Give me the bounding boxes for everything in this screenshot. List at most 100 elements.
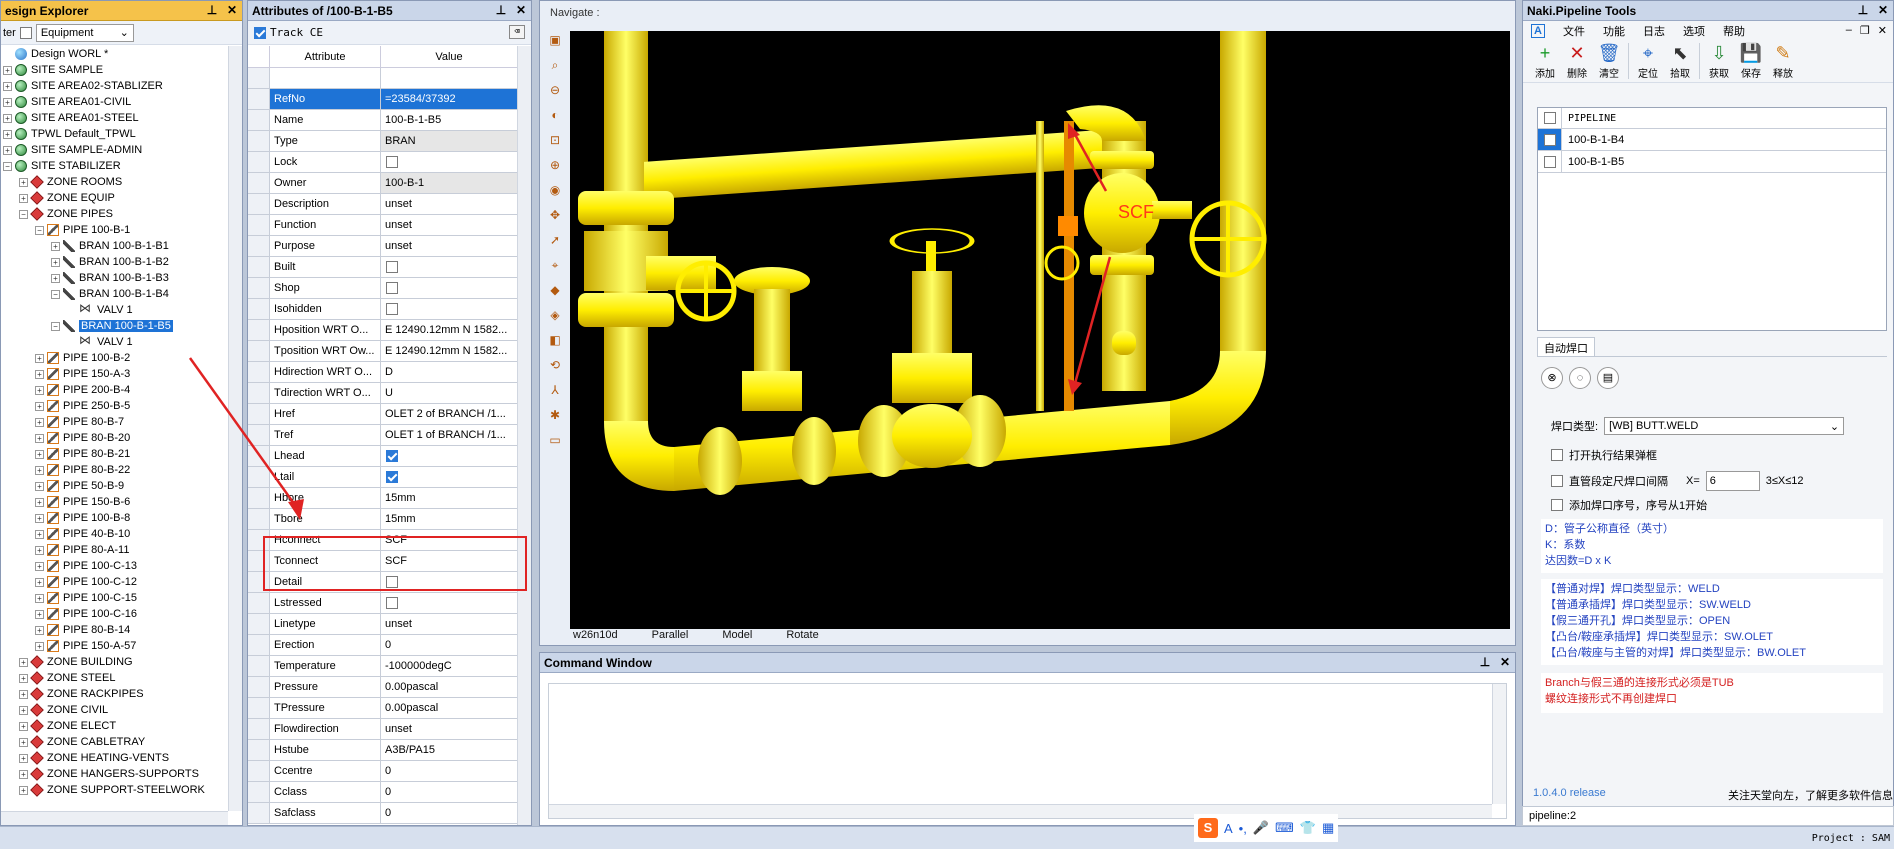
attribute-value[interactable] [381,278,517,298]
expand-icon[interactable]: + [19,177,28,187]
attribute-value[interactable] [381,257,517,277]
close-icon[interactable]: ✕ [1878,24,1887,37]
zoom-window-icon[interactable]: ⌕ [546,56,564,75]
pipeline-checkbox[interactable] [1543,133,1556,146]
attribute-value[interactable]: =23584/37392 [381,89,517,109]
attribute-row[interactable]: Tdirection WRT O... U [248,383,517,404]
tree-node[interactable]: + PIPE 100-C-16 [1,606,228,622]
expand-icon[interactable]: + [19,737,28,747]
attribute-value[interactable]: E 12490.12mm N 1582... [381,341,517,361]
tree-node[interactable]: + PIPE 80-B-20 [1,430,228,446]
window-icon[interactable]: ▭ [546,431,564,450]
expand-icon[interactable]: + [3,113,12,123]
weld-type-select[interactable]: [WB] BUTT.WELD ⌄ [1604,417,1845,435]
tree-node[interactable]: + ZONE CABLETRAY [1,734,228,750]
clip-icon[interactable]: ◈ [546,306,564,325]
close-icon[interactable]: ✕ [1498,655,1512,669]
attribute-checkbox[interactable] [386,450,398,462]
menu-item[interactable]: 功能 [1603,23,1625,39]
expand-icon[interactable]: + [19,785,28,795]
expand-icon[interactable]: + [19,657,28,667]
attribute-checkbox[interactable] [386,282,398,294]
attribute-value[interactable]: unset [381,215,517,235]
attribute-value[interactable]: -100000degC [381,656,517,676]
pipeline-row[interactable]: 100-B-1-B4 [1538,129,1886,151]
expand-icon[interactable]: + [35,417,44,427]
expand-icon[interactable]: + [35,593,44,603]
attribute-value[interactable]: D [381,362,517,382]
tree-node[interactable]: − BRAN 100-B-1-B5 [1,318,228,334]
tree-node[interactable]: + PIPE 150-A-57 [1,638,228,654]
tree-node[interactable]: + TPWL Default_TPWL [1,126,228,142]
tree-node[interactable]: + SITE AREA02-STABLIZER [1,78,228,94]
toolbar-button[interactable]: ⌖ 定位 [1632,41,1664,80]
attribute-value[interactable]: 100-B-1-B5 [381,110,517,130]
expand-icon[interactable]: + [35,401,44,411]
attribute-value[interactable]: U [381,383,517,403]
attribute-row[interactable]: Isohidden [248,299,517,320]
attribute-value[interactable]: E 12490.12mm N 1582... [381,320,517,340]
expand-icon[interactable]: + [35,577,44,587]
keyboard-icon[interactable]: ⌨ [1275,820,1294,836]
close-icon[interactable]: ✕ [1876,3,1890,17]
select-all-checkbox[interactable] [1543,112,1556,124]
tree-node[interactable]: + ZONE HEATING-VENTS [1,750,228,766]
tree-node[interactable]: + BRAN 100-B-1-B1 [1,238,228,254]
tab-auto-weld[interactable]: 自动焊口 [1537,337,1595,357]
walk-icon[interactable]: ▣ [546,31,564,50]
toolbar-button[interactable]: ⬉ 拾取 [1664,41,1696,80]
toolbar-button[interactable]: ✕ 删除 [1561,41,1593,80]
pan-icon[interactable]: ✥ [546,206,564,225]
tree-node[interactable]: + PIPE 100-C-13 [1,558,228,574]
expand-icon[interactable]: + [19,705,28,715]
tree-node[interactable]: + ZONE ELECT [1,718,228,734]
expand-icon[interactable]: + [19,721,28,731]
attribute-value[interactable] [381,593,517,613]
tree-node[interactable]: + PIPE 80-A-11 [1,542,228,558]
attribute-value[interactable] [381,152,517,172]
tree-node[interactable]: + PIPE 100-C-12 [1,574,228,590]
toolbar-button[interactable]: + 添加 [1529,41,1561,80]
attribute-row[interactable]: Ccentre 0 [248,761,517,782]
filter-checkbox[interactable] [19,26,32,39]
menu-item[interactable]: 日志 [1643,23,1665,39]
expand-icon[interactable]: + [35,641,44,651]
attribute-row[interactable]: Built [248,257,517,278]
attribute-value[interactable]: A3B/PA15 [381,740,517,760]
attribute-row[interactable]: TPressure 0.00pascal [248,698,517,719]
ime-language-icon[interactable]: A [1224,821,1233,836]
tree-node[interactable]: + BRAN 100-B-1-B2 [1,254,228,270]
interaction-mode[interactable]: Rotate [786,629,818,645]
tree-node[interactable]: + PIPE 100-C-15 [1,590,228,606]
expand-icon[interactable]: + [19,769,28,779]
menu-item[interactable]: 选项 [1683,23,1705,39]
expand-icon[interactable]: + [35,529,44,539]
expand-icon[interactable]: + [35,385,44,395]
column-header-attribute[interactable]: Attribute [270,46,381,67]
attribute-value[interactable]: unset [381,614,517,634]
tree-node[interactable]: + PIPE 200-B-4 [1,382,228,398]
expand-icon[interactable]: + [3,97,12,107]
attribute-row[interactable]: Tbore 15mm [248,509,517,530]
sogou-logo-icon[interactable]: S [1198,818,1218,838]
expand-icon[interactable]: + [35,561,44,571]
attribute-row[interactable]: RefNo =23584/37392 [248,89,517,110]
attribute-row[interactable]: Type BRAN [248,131,517,152]
tree-node[interactable]: − ZONE PIPES [1,206,228,222]
explorer-horizontal-scrollbar[interactable] [1,811,228,825]
zoom-fit-icon[interactable]: ⊡ [546,131,564,150]
toolbar-button[interactable]: ✎ 释放 [1767,41,1799,80]
expand-icon[interactable]: + [19,689,28,699]
fixed-length-weld-checkbox[interactable] [1551,475,1563,487]
expand-icon[interactable]: + [35,625,44,635]
command-vertical-scrollbar[interactable] [1492,684,1506,804]
attributes-title-bar[interactable]: Attributes of /100-B-1-B5 ⊥ ✕ [248,1,531,21]
menu-item[interactable]: 文件 [1563,23,1585,39]
tree-node[interactable]: + ZONE RACKPIPES [1,686,228,702]
attribute-row[interactable]: Linetype unset [248,614,517,635]
tree-node[interactable]: + PIPE 150-B-6 [1,494,228,510]
expand-icon[interactable]: + [3,81,12,91]
attribute-row[interactable]: Pressure 0.00pascal [248,677,517,698]
attribute-row[interactable]: Lock [248,152,517,173]
pick-icon[interactable]: ⌖ [546,256,564,275]
